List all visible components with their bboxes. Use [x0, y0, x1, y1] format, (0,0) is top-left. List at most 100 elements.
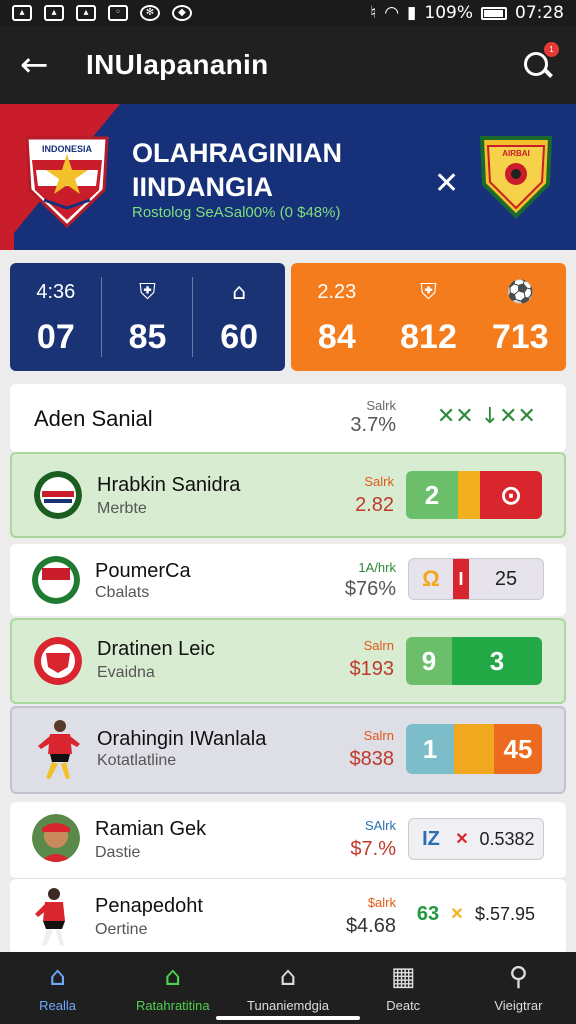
nav-item-label: Tunaniemdgia	[247, 997, 329, 1013]
nav-item-home[interactable]: ⌂ Realla	[0, 952, 115, 1024]
versus-icon: ✕	[434, 166, 460, 201]
stat-cell: ⌂ 60	[193, 263, 285, 371]
notification-icons: ▴ ▴ ▴ ◦ ✻ ◆	[12, 5, 192, 21]
team-logo-avatar	[34, 471, 82, 519]
list-item-subtitle: Dastie	[95, 844, 141, 861]
search-icon: ⚲	[508, 961, 528, 992]
stat-cell: ⛨ 812	[383, 263, 475, 371]
search-icon[interactable]: 1	[522, 42, 559, 82]
signal-icon: ▮	[407, 3, 417, 23]
list-item[interactable]: Penapedoht Oertine $alrk $4.68 63 ✕ $.57…	[10, 878, 566, 954]
photo-icon: ▴	[76, 5, 96, 21]
stats-card-right[interactable]: 2.23 84 ⛨ 812 ⚽ 713	[291, 263, 566, 371]
stat-value: 713	[491, 317, 549, 356]
list-item-label: $alrk	[367, 895, 396, 910]
player-avatar	[38, 720, 80, 779]
ball-icon: ⚽	[506, 280, 534, 305]
score-seg-1: 63	[416, 902, 440, 925]
score-seg-3: 25	[494, 567, 518, 590]
list-item-title: Hrabkin Sanidra	[97, 474, 241, 496]
list-item-label: 1A/hrk	[358, 560, 396, 575]
stat-value: 85	[128, 317, 167, 356]
shield-icon: ◆	[172, 5, 192, 21]
match-hero-banner[interactable]: INDONESIA OLAHRAGINIAN IINDANGIA Rostolo…	[0, 104, 576, 250]
list-item-subtitle: Cbalats	[95, 584, 150, 601]
list-item-label: Salrk	[364, 474, 394, 489]
nav-item-trophy[interactable]: ⌂ Ratahratitina	[115, 952, 230, 1024]
list-item-subtitle: Merbte	[97, 500, 147, 517]
stat-value: 07	[36, 317, 75, 356]
battery-icon	[481, 6, 507, 20]
list-item[interactable]: Orahingin IWanlala Kotatlatline Salrn $8…	[10, 706, 566, 794]
page-title: INUlapananin	[86, 49, 269, 80]
list-item-value: $76%	[344, 578, 396, 600]
score-pill[interactable]: 63 ✕ $.57.95	[408, 893, 544, 935]
stat-icon-row: ⛨	[139, 278, 156, 308]
score-seg-1: 1	[406, 724, 454, 774]
nav-item-map[interactable]: ▦ Deatc	[346, 952, 461, 1024]
list-item-title: PoumerCa	[95, 560, 191, 582]
list-item[interactable]: Ramian Gek Dastie SAlrk $7.% IZ ✕ 0.5382	[10, 802, 566, 878]
gesture-home-bar[interactable]	[216, 1016, 360, 1020]
list-item-title: Penapedoht	[95, 895, 203, 917]
back-arrow-icon[interactable]: ←	[20, 45, 70, 85]
score-pill[interactable]: 2 ⊙	[406, 471, 542, 519]
score-seg-1: IZ	[422, 827, 440, 850]
wifi-icon: ◠	[384, 3, 400, 23]
nav-item-search[interactable]: ⚲ Vieigtrar	[461, 952, 576, 1024]
nav-item-label: Ratahratitina	[135, 997, 210, 1013]
list-item[interactable]: Hrabkin Sanidra Merbte Salrk 2.82 2 ⊙	[10, 452, 566, 538]
score-seg-2: I	[453, 559, 469, 599]
stat-label: 2.23	[317, 281, 357, 303]
score-seg-1: Ω	[422, 566, 440, 591]
stat-icon-row: ⚽	[506, 278, 533, 308]
list-item-title: Ramian Gek	[95, 818, 207, 840]
stadium-icon: ⌂	[279, 961, 297, 992]
system-status: ♮ ◠ ▮ 109% 07:28	[370, 3, 564, 23]
team-crest-left: INDONESIA	[25, 136, 109, 229]
score-pill[interactable]: IZ ✕ 0.5382	[408, 818, 544, 860]
list-header: Aden Sanial Salrk 3.7% ✕✕ ↓✕✕	[10, 384, 566, 452]
notification-dot: 1	[544, 42, 559, 57]
stat-value: 812	[400, 317, 457, 356]
settings-icon: ✻	[140, 5, 160, 21]
crest-left-text: INDONESIA	[42, 144, 93, 154]
score-seg-3: 0.5382	[479, 828, 535, 849]
stats-card-left[interactable]: 4:36 07 ⛨ 85 ⌂ 60	[10, 263, 285, 371]
score-pill[interactable]: 9 3	[406, 637, 542, 685]
battery-percent: 109%	[424, 3, 473, 23]
match-title-line1: OLAHRAGINIAN	[132, 138, 342, 168]
stats-panel: 4:36 07 ⛨ 85 ⌂ 60 2.23 84 ⛨ 812 ⚽ 713	[10, 263, 566, 371]
team-crest-right: AIRBAI	[479, 136, 553, 219]
stat-cell: 4:36 07	[10, 263, 102, 371]
crest-right-text: AIRBAI	[502, 149, 530, 158]
score-pill[interactable]: Ω I 25	[408, 558, 544, 600]
list-item-title: Orahingin IWanlala	[97, 728, 267, 750]
list-item[interactable]: Dratinen Leic Evaidna Salrn $193 9 3	[10, 618, 566, 704]
app-bar: ← INUlapananin 1	[0, 26, 576, 104]
clock: 07:28	[515, 3, 564, 23]
list-item-value: $4.68	[345, 915, 396, 937]
list-item-subtitle: Oertine	[95, 921, 148, 938]
stat-icon-row: ⛨	[420, 278, 437, 308]
list-item-value: $193	[349, 658, 395, 680]
match-subtitle: Rostolog SeASal00% (0 $48%)	[132, 204, 341, 221]
score-seg-3: $.57.95	[474, 903, 536, 924]
list-header-value: 3.7%	[350, 414, 396, 436]
list-item[interactable]: PoumerCa Cbalats 1A/hrk $76% Ω I 25	[10, 544, 566, 616]
app-icon: ◦	[108, 5, 128, 21]
sort-icons[interactable]: ✕✕ ↓✕✕	[437, 404, 536, 429]
nav-item-stadium[interactable]: ⌂ Tunaniemdgia	[230, 952, 345, 1024]
bottom-navigation: ⌂ Realla ⌂ Ratahratitina ⌂ Tunaniemdgia …	[0, 952, 576, 1024]
home-icon: ⌂	[49, 961, 66, 992]
list-header-title: Aden Sanial	[34, 406, 153, 431]
score-seg-2	[458, 471, 480, 519]
score-seg-2: 3	[452, 637, 542, 685]
score-seg-2	[454, 724, 494, 774]
nav-item-label: Vieigtrar	[494, 997, 543, 1013]
gallery-icon: ▴	[44, 5, 64, 21]
score-seg-2: ✕	[450, 906, 464, 923]
score-pill[interactable]: 1 45	[406, 724, 542, 774]
stat-label: 4:36	[36, 281, 76, 303]
score-seg-2: ✕	[455, 831, 469, 848]
